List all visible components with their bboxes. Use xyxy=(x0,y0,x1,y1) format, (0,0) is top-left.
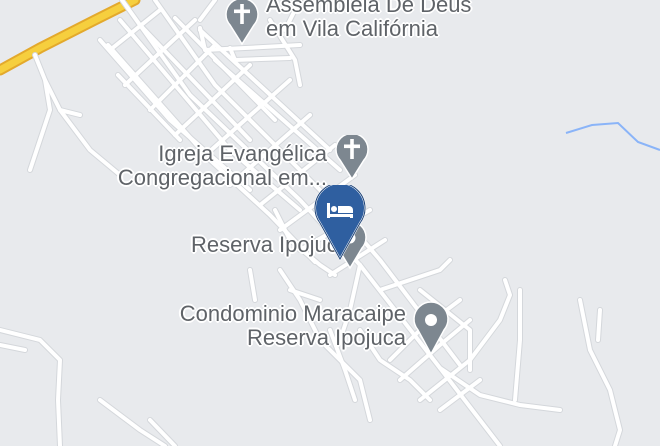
water-line xyxy=(565,121,660,151)
road xyxy=(43,78,122,177)
hotel-marker[interactable] xyxy=(312,182,368,266)
place-pin-icon[interactable] xyxy=(411,300,451,361)
road xyxy=(0,343,27,352)
place-label-assembleia[interactable]: Assembleia De Deus em Vila Califórnia xyxy=(266,0,471,41)
road xyxy=(198,0,217,22)
church-cross-icon[interactable] xyxy=(222,0,262,51)
road xyxy=(248,268,257,302)
place-label-line1: Assembleia De Deus xyxy=(266,0,472,17)
place-label-line2: Reserva Ipojuca xyxy=(247,325,406,350)
place-label-line1: Condominio Maracaipe xyxy=(179,301,406,326)
place-label-igreja[interactable]: Igreja Evangélica Congregacional em... xyxy=(118,142,327,190)
place-label-condominio[interactable]: Condominio Maracaipe Reserva Ipojuca xyxy=(180,302,406,350)
road-casing xyxy=(42,77,123,178)
place-label-line1: Igreja Evangélica xyxy=(158,141,327,166)
road xyxy=(596,308,602,342)
map-canvas[interactable]: Assembleia De Deus em Vila Califórnia Ig… xyxy=(0,0,660,446)
place-label-line2: Congregacional em... xyxy=(117,165,327,190)
church-cross-icon[interactable] xyxy=(332,132,372,186)
place-label-line2: em Vila Califórnia xyxy=(266,16,439,41)
hotel-bed-icon xyxy=(314,182,366,262)
road-casing xyxy=(467,277,513,363)
